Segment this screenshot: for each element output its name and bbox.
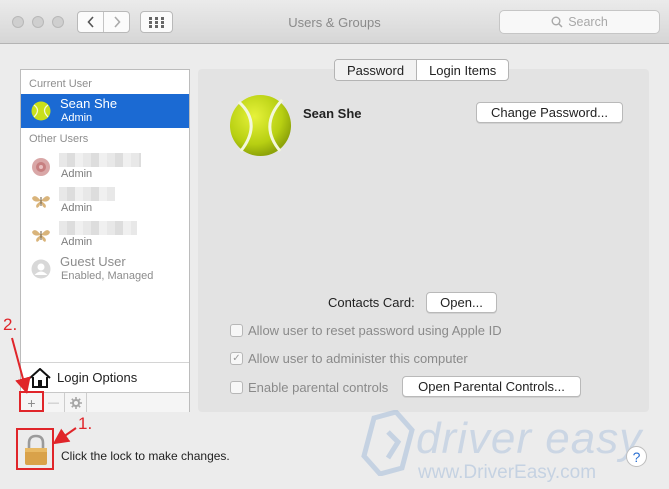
reset-password-checkbox[interactable] — [230, 324, 243, 337]
user-role: Admin — [61, 168, 93, 180]
action-menu-button[interactable] — [65, 393, 87, 412]
change-password-button[interactable]: Change Password... — [476, 102, 623, 123]
sidebar-toolbar: + — — [21, 392, 189, 412]
search-icon — [551, 16, 563, 28]
contacts-card-label: Contacts Card: — [328, 295, 415, 310]
guest-name: Guest User — [60, 254, 126, 269]
tab-password[interactable]: Password — [335, 60, 417, 80]
guest-status: Enabled, Managed — [61, 270, 154, 282]
user-name: Sean She — [60, 96, 118, 111]
user-row-other[interactable]: Admin — [21, 184, 189, 218]
remove-user-button[interactable]: — — [43, 393, 65, 412]
reset-password-label: Allow user to reset password using Apple… — [248, 323, 502, 338]
search-field[interactable]: Search — [499, 10, 660, 34]
login-options-item[interactable]: Login Options — [21, 362, 189, 392]
user-row-current[interactable]: Sean She Admin — [21, 94, 189, 128]
tab-bar: Password Login Items — [334, 59, 510, 81]
administer-option[interactable]: ✓ Allow user to administer this computer — [230, 351, 468, 366]
flower-avatar-icon — [32, 158, 50, 176]
user-role: Admin — [61, 112, 93, 124]
user-picture[interactable] — [229, 94, 292, 157]
users-sidebar: Current User Sean She Admin Other Users … — [20, 69, 190, 412]
butterfly-avatar-icon — [32, 230, 50, 242]
watermark-brand: driver easy — [416, 414, 643, 463]
title-bar: Users & Groups Search — [0, 0, 669, 44]
lock-icon[interactable] — [23, 434, 49, 466]
user-row-guest[interactable]: Guest User Enabled, Managed — [21, 252, 189, 286]
open-contacts-card-button[interactable]: Open... — [426, 292, 497, 313]
gear-icon — [69, 396, 82, 409]
administer-label: Allow user to administer this computer — [248, 351, 468, 366]
user-role: Admin — [61, 236, 93, 248]
tennis-ball-icon — [31, 101, 51, 121]
redacted-user-name — [59, 187, 115, 201]
login-options-label: Login Options — [57, 370, 138, 385]
parental-controls-label: Enable parental controls — [248, 380, 389, 395]
user-row-other[interactable]: Admin — [21, 150, 189, 184]
guest-avatar-icon — [31, 259, 51, 279]
current-user-heading: Current User — [29, 78, 92, 90]
tab-login-items[interactable]: Login Items — [416, 60, 508, 80]
step-2-label: 2. — [3, 315, 18, 334]
house-icon — [29, 367, 51, 388]
redacted-user-name — [59, 153, 141, 167]
redacted-user-name — [59, 221, 137, 235]
search-placeholder: Search — [568, 15, 608, 29]
parental-controls-checkbox[interactable] — [230, 381, 243, 394]
user-full-name: Sean She — [303, 106, 362, 121]
reset-password-option[interactable]: Allow user to reset password using Apple… — [230, 323, 502, 338]
butterfly-avatar-icon — [32, 196, 50, 208]
add-button-highlight — [19, 391, 44, 412]
other-users-heading: Other Users — [29, 133, 89, 145]
parental-controls-option[interactable]: Enable parental controls — [230, 380, 388, 395]
administer-checkbox[interactable]: ✓ — [230, 352, 243, 365]
user-row-other[interactable]: Admin — [21, 218, 189, 252]
step-1-label: 1. — [78, 414, 93, 433]
open-parental-controls-button[interactable]: Open Parental Controls... — [402, 376, 581, 397]
user-role: Admin — [61, 202, 93, 214]
watermark-url: www.DriverEasy.com — [418, 462, 597, 483]
driver-easy-logo-icon — [361, 410, 415, 476]
lock-instructions: Click the lock to make changes. — [61, 449, 230, 463]
help-button[interactable]: ? — [626, 446, 647, 467]
arrow-to-lock — [52, 427, 77, 445]
